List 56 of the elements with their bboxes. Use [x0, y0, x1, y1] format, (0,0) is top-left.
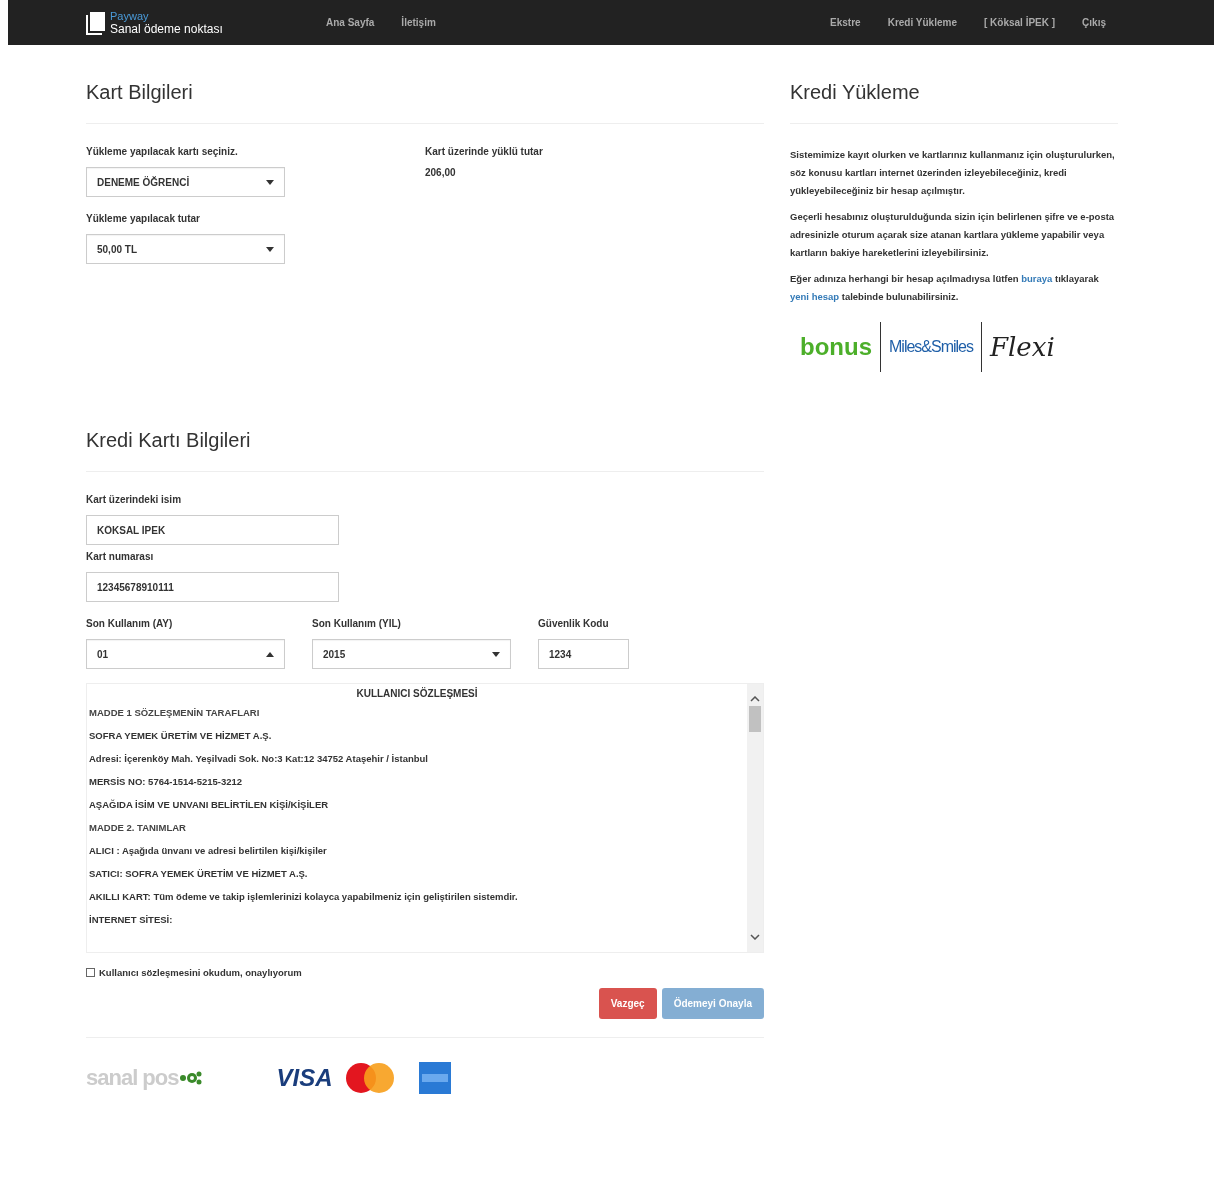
agreement-text: SOFRA YEMEK ÜRETİM VE HİZMET A.Ş. [89, 730, 273, 741]
section-title: Kredi Yükleme [790, 81, 921, 105]
section-title: Kredi Kartı Bilgileri [86, 429, 252, 453]
field-label: Son Kullanım (YIL) [312, 618, 402, 629]
agreement-text: AKILLI KART: Tüm ödeme ve takip işlemlerinizi kolayca yapabilmeniz için geliştirilen sistemdir. [89, 891, 519, 902]
field-label: Yükleme yapılacak tutar [86, 213, 201, 224]
section-title: Kart Bilgileri [86, 81, 194, 105]
month-select[interactable]: 01 [86, 639, 285, 669]
agreement-text: SATICI: SOFRA YEMEK ÜRETİM VE HİZMET A.Ş. [89, 868, 309, 879]
agreement-text: MADDE 1 SÖZLEŞMENİN TARAFLARI [89, 707, 261, 718]
name-field[interactable]: KÖKSAL İPEK [86, 515, 339, 545]
mastercard-logo-icon [344, 1062, 395, 1094]
checkbox-label: Kullanıcı sözleşmesini okudum, onaylıyorum [99, 967, 302, 978]
card-select[interactable]: DENEME ÖĞRENCİ [86, 167, 285, 197]
field-label: Yükleme yapılacak kartı seçiniz. [86, 146, 239, 157]
brand-name[interactable]: Payway [110, 9, 223, 23]
miles-smiles-logo: Miles&Smiles [889, 338, 973, 356]
card-number-field[interactable]: 12345678910111 [86, 572, 339, 602]
field-label: Kart üzerindeki isim [86, 494, 183, 505]
agreement-text: MERSİS NO: 5764-1514-5215-3212 [89, 776, 244, 787]
agreement-title: KULLANICI SÖZLEŞMESİ [355, 688, 479, 699]
agreement-text: AŞAĞIDA İSİM VE UNVANI BELİRTİLEN KİŞİ/KİŞİLER [89, 799, 330, 810]
security-code-field[interactable]: 1234 [538, 639, 629, 669]
agreement-text: ALICI : Aşağıda ünvanı ve adresi belirtilen kişi/kişiler [89, 845, 328, 856]
field-label: Son Kullanım (AY) [86, 618, 174, 629]
year-select[interactable]: 2015 [312, 639, 511, 669]
balance-value: 206,00 [425, 167, 457, 178]
info-paragraph: Geçerli hesabınız oluşturulduğunda sizin için belirlenen şifre ve e-posta adresinizle oturum açarak size atanan kartlara yükleme yapabilir veya kartların bakiye hareketlerini izleyebilirsiniz. [790, 210, 1116, 260]
book-icon [86, 10, 106, 35]
balance-label: Kart üzerinde yüklü tutar [425, 146, 544, 157]
agreement-text: İNTERNET SİTESİ: [89, 914, 174, 925]
agreement-checkbox[interactable] [86, 968, 95, 977]
nav-link[interactable]: [ Köksal İPEK ] [983, 17, 1056, 28]
info-paragraph: Sistemimize kayıt olurken ve kartlarınız kullanmanız için oluşturulurken, söz konusu kartları internet üzerinden izleyebileceğiniz, kredi yükleyebileceğiniz bir hesap açılmıştır. [790, 148, 1116, 198]
text-link[interactable]: buraya [1021, 273, 1053, 284]
scroll-down-icon[interactable] [750, 934, 760, 940]
agreement-text: MADDE 2. TANIMLAR [89, 822, 187, 833]
text-link[interactable]: yeni hesap [790, 291, 840, 302]
info-paragraph: Eğer adınıza herhangi bir hesap açılmadıysa lütfen buraya tıklayarak yeni hesap talebinde bulunabilirsiniz. [790, 272, 1100, 304]
field-label: Güvenlik Kodu [538, 618, 610, 629]
nav-link[interactable]: Ekstre [830, 17, 861, 28]
brand-tagline: Sanal ödeme noktası [110, 22, 223, 36]
nav-link[interactable]: Ana Sayfa [326, 17, 375, 28]
nav-link[interactable]: İletişim [401, 17, 436, 28]
visa-logo: VISA [276, 1064, 333, 1092]
scroll-thumb[interactable] [749, 706, 761, 732]
bonus-logo: bonus [800, 333, 872, 361]
action-button[interactable]: Vazgeç [598, 988, 657, 1019]
amount-select[interactable]: 50,00 TL [86, 234, 285, 264]
amex-logo-icon [418, 1062, 451, 1094]
field-label: Kart numarası [86, 551, 155, 562]
nav-link[interactable]: Çıkış [1082, 17, 1106, 28]
nav-link[interactable]: Kredi Yükleme [887, 17, 957, 28]
agreement-text: Adresi: İçerenköy Mah. Yeşilvadi Sok. No:3 Kat:12 34752 Ataşehir / İstanbul [89, 753, 429, 764]
flexi-logo: Flexi [990, 332, 1055, 362]
scroll-up-icon[interactable] [750, 696, 760, 702]
